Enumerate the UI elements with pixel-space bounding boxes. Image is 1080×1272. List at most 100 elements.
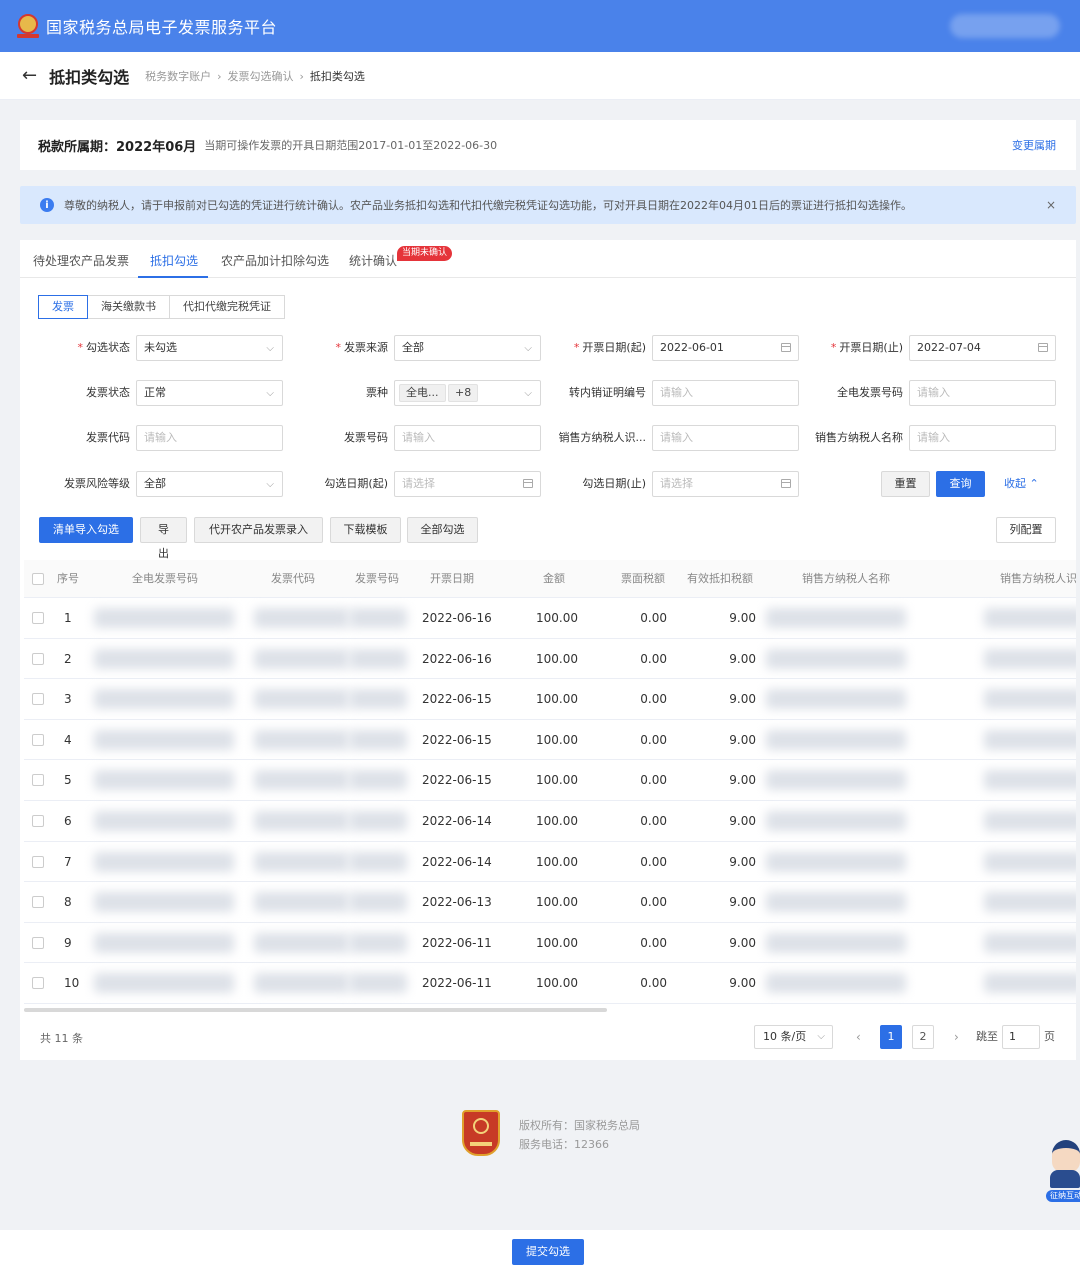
table-row[interactable]: 9 2022-06-11 100.00 0.00 9.00 [24, 923, 1076, 964]
row-checkbox[interactable] [32, 693, 44, 706]
submit-check-button[interactable]: 提交勾选 [512, 1239, 584, 1265]
download-template-button[interactable]: 下载模板 [330, 517, 401, 543]
total-count: 共 11 条 [40, 1032, 83, 1045]
assistant-widget[interactable]: 征纳互动 [1046, 1136, 1080, 1206]
close-icon[interactable]: × [1046, 198, 1056, 212]
e-invoice-no-input[interactable]: 请输入 [909, 380, 1056, 406]
user-info-blurred[interactable] [950, 14, 1060, 38]
agri-invoice-entry-button[interactable]: 代开农产品发票录入 [194, 517, 323, 543]
check-status-label: * 勾选状态 [77, 341, 131, 354]
row-checkbox[interactable] [32, 774, 44, 787]
collapse-toggle[interactable]: 收起 ⌃ [1004, 471, 1039, 497]
row-index: 7 [64, 854, 72, 869]
subtab-group: 发票 海关缴款书 代扣代缴完税凭证 [38, 295, 285, 319]
jump-page-input[interactable]: 1 [1002, 1025, 1040, 1049]
issue-date-start-picker[interactable]: 2022-06-01 [652, 335, 799, 361]
redacted-cell [766, 851, 906, 872]
table-row[interactable]: 6 2022-06-14 100.00 0.00 9.00 [24, 801, 1076, 842]
row-checkbox[interactable] [32, 977, 44, 990]
row-index: 8 [64, 895, 72, 910]
subtab-withholding-certificate[interactable]: 代扣代缴完税凭证 [169, 295, 285, 319]
table-row[interactable]: 1 2022-06-16 100.00 0.00 9.00 [24, 598, 1076, 639]
redacted-cell [94, 973, 234, 994]
row-checkbox[interactable] [32, 815, 44, 827]
deductible-tax-cell: 9.00 [729, 732, 756, 747]
query-button[interactable]: 查询 [936, 471, 985, 497]
column-config-button[interactable]: 列配置 [996, 517, 1056, 543]
seller-name-input[interactable]: 请输入 [909, 425, 1056, 451]
invoice-status-select[interactable]: 正常 ⌵ [136, 380, 283, 406]
row-checkbox[interactable] [32, 896, 44, 909]
redacted-cell [254, 851, 349, 872]
back-arrow-icon[interactable]: ← [22, 65, 37, 86]
breadcrumb-item[interactable]: 税务数字账户 [145, 70, 211, 83]
import-check-button[interactable]: 清单导入勾选 [39, 517, 133, 543]
invoice-code-input[interactable]: 请输入 [136, 425, 283, 451]
change-period-link[interactable]: 变更属期 [1012, 137, 1056, 153]
tab-agri-extra-deduction[interactable]: 农产品加计扣除勾选 [221, 252, 329, 269]
risk-level-select[interactable]: 全部 ⌵ [136, 471, 283, 497]
reset-button[interactable]: 重置 [881, 471, 930, 497]
invoice-no-input[interactable]: 请输入 [394, 425, 541, 451]
check-status-select[interactable]: 未勾选 ⌵ [136, 335, 283, 361]
page-size-select[interactable]: 10 条/页 ⌵ [754, 1025, 833, 1049]
select-all-checkbox[interactable] [32, 573, 44, 585]
row-checkbox[interactable] [32, 612, 44, 624]
subtab-invoice[interactable]: 发票 [38, 295, 88, 319]
redacted-cell [766, 608, 906, 628]
issue-date-cell: 2022-06-16 [422, 611, 492, 625]
issue-date-end-label: * 开票日期(止) [830, 341, 903, 354]
row-checkbox[interactable] [32, 733, 44, 746]
table-row[interactable]: 10 2022-06-11 100.00 0.00 9.00 [24, 963, 1076, 1004]
next-page-icon[interactable]: › [954, 1025, 959, 1049]
tax-cell: 0.00 [640, 773, 667, 788]
row-checkbox[interactable] [32, 855, 44, 868]
redacted-cell [984, 932, 1076, 953]
redacted-cell [349, 689, 407, 710]
table-row[interactable]: 7 2022-06-14 100.00 0.00 9.00 [24, 842, 1076, 883]
amount-cell: 100.00 [536, 854, 578, 869]
row-checkbox[interactable] [32, 936, 44, 949]
redacted-cell [94, 932, 234, 953]
more-tags-count: +8 [448, 384, 479, 402]
tab-pending-agri[interactable]: 待处理农产品发票 [33, 252, 129, 269]
subtab-customs-payment[interactable]: 海关缴款书 [87, 295, 170, 319]
check-date-start-picker[interactable]: 请选择 [394, 471, 541, 497]
horizontal-scrollbar[interactable] [24, 1008, 607, 1012]
export-button[interactable]: 导出 [140, 517, 187, 560]
column-header: 开票日期 [430, 572, 474, 585]
issue-date-end-picker[interactable]: 2022-07-04 [909, 335, 1056, 361]
breadcrumb-current: 抵扣类勾选 [309, 69, 365, 83]
table-row[interactable]: 2 2022-06-16 100.00 0.00 9.00 [24, 639, 1076, 680]
row-checkbox[interactable] [32, 652, 44, 665]
table-row[interactable]: 4 2022-06-15 100.00 0.00 9.00 [24, 720, 1076, 761]
row-index: 4 [64, 732, 72, 747]
deductible-tax-cell: 9.00 [729, 895, 756, 910]
redacted-cell [254, 892, 349, 913]
check-all-button[interactable]: 全部勾选 [407, 517, 478, 543]
table-row[interactable]: 5 2022-06-15 100.00 0.00 9.00 [24, 760, 1076, 801]
issue-date-cell: 2022-06-15 [422, 773, 492, 788]
tax-cell: 0.00 [640, 651, 667, 666]
tab-statistics-confirm[interactable]: 统计确认 [349, 252, 397, 269]
prev-page-icon[interactable]: ‹ [856, 1025, 861, 1049]
issue-date-cell: 2022-06-13 [422, 895, 492, 910]
table-row[interactable]: 8 2022-06-13 100.00 0.00 9.00 [24, 882, 1076, 923]
tab-deduction-check[interactable]: 抵扣勾选 [150, 252, 198, 269]
page-button[interactable]: 1 [880, 1025, 902, 1049]
calendar-icon [781, 343, 791, 352]
issue-date-cell: 2022-06-16 [422, 651, 492, 666]
table-row[interactable]: 3 2022-06-15 100.00 0.00 9.00 [24, 679, 1076, 720]
redacted-cell [254, 932, 349, 953]
ticket-type-multiselect[interactable]: 全电... +8 ⌵ [394, 380, 541, 406]
amount-cell: 100.00 [536, 692, 578, 707]
column-header: 序号 [57, 572, 79, 585]
page-button[interactable]: 2 [912, 1025, 934, 1049]
transfer-no-input[interactable]: 请输入 [652, 380, 799, 406]
invoice-source-select[interactable]: 全部 ⌵ [394, 335, 541, 361]
check-date-end-picker[interactable]: 请选择 [652, 471, 799, 497]
breadcrumb-item[interactable]: 发票勾选确认 [228, 70, 294, 83]
tax-cell: 0.00 [640, 854, 667, 869]
seller-tax-id-input[interactable]: 请输入 [652, 425, 799, 451]
invoice-no-label: 发票号码 [344, 431, 388, 444]
